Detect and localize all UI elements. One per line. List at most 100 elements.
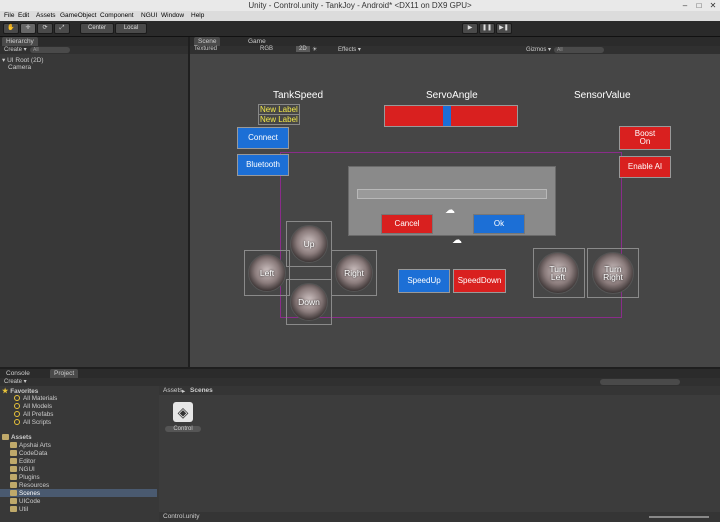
up-button[interactable]: Up <box>290 225 328 263</box>
project-toolbar: Create ▾ <box>0 378 720 386</box>
hierarchy-create-button[interactable]: Create ▾ <box>4 46 27 53</box>
menu-window[interactable]: Window <box>161 12 184 19</box>
menu-ngui[interactable]: NGUI <box>141 12 157 19</box>
favorite-label: All Materials <box>23 395 58 402</box>
boost-on-button[interactable]: Boost On <box>619 126 671 150</box>
right-button[interactable]: Right <box>335 254 373 292</box>
tab-hierarchy[interactable]: Hierarchy <box>2 37 38 46</box>
close-button[interactable]: ✕ <box>706 0 720 11</box>
camera-gizmo-icon-2: ☁ <box>452 235 462 246</box>
asset-control[interactable]: ◈ Control <box>165 400 201 438</box>
turn-right-button[interactable]: Turn Right <box>592 252 634 294</box>
confirm-dialog: Cancel Ok ☁ <box>348 166 556 236</box>
search-icon <box>14 395 20 402</box>
down-button[interactable]: Down <box>290 283 328 321</box>
menu-assets[interactable]: Assets <box>36 12 56 19</box>
folder-label: Util <box>19 506 29 513</box>
render-mode-dropdown[interactable]: RGB <box>260 46 273 52</box>
folder-item[interactable]: Apshai Arts <box>10 442 51 449</box>
folder-icon <box>10 490 17 497</box>
assets-header[interactable]: Assets <box>2 434 32 441</box>
speedup-button[interactable]: SpeedUp <box>398 269 450 293</box>
favorite-all-materials[interactable]: All Materials <box>14 395 57 402</box>
favorites-header[interactable]: ★ Favorites <box>2 387 38 395</box>
hand-tool-icon[interactable]: ✋ <box>3 23 19 34</box>
favorite-all-scripts[interactable]: All Scripts <box>14 419 51 426</box>
menu-component[interactable]: Component <box>100 12 134 19</box>
hierarchy-tab-strip: Hierarchy <box>0 37 188 46</box>
favorite-all-models[interactable]: All Models <box>14 403 52 410</box>
turn-left-label: Turn Left <box>549 263 567 282</box>
dialog-cancel-button[interactable]: Cancel <box>381 214 433 234</box>
project-search-input[interactable] <box>600 379 680 385</box>
folder-item[interactable]: Plugins <box>10 474 40 481</box>
menu-edit[interactable]: Edit <box>18 12 29 19</box>
status-bar: Control.unity <box>159 512 720 522</box>
menu-help[interactable]: Help <box>191 12 204 19</box>
favorite-all-prefabs[interactable]: All Prefabs <box>14 411 53 418</box>
lighting-icon[interactable]: ☀ <box>312 46 317 53</box>
console-tab-label: Console <box>6 370 30 377</box>
sensorvalue-label: SensorValue <box>574 90 631 101</box>
left-button[interactable]: Left <box>248 254 286 292</box>
scale-tool-icon[interactable]: ⤢ <box>54 23 70 34</box>
search-icon <box>14 419 20 426</box>
folder-item[interactable]: UICode <box>10 498 40 505</box>
servo-angle-slider[interactable] <box>384 105 518 127</box>
minimize-button[interactable]: – <box>678 0 692 11</box>
tab-game[interactable]: Game <box>244 37 270 46</box>
bluetooth-button[interactable]: Bluetooth <box>237 154 289 176</box>
play-button[interactable]: ▶ <box>462 23 478 34</box>
folder-item[interactable]: Resources <box>10 482 49 489</box>
move-tool-icon[interactable]: ✛ <box>20 23 36 34</box>
tab-project[interactable]: Project <box>50 369 79 378</box>
center-label: Center <box>87 25 106 31</box>
connect-button[interactable]: Connect <box>237 127 289 149</box>
rotate-tool-icon[interactable]: ⟳ <box>37 23 53 34</box>
pivot-center-toggle[interactable]: Center <box>80 23 114 34</box>
step-button[interactable]: ▶❚ <box>496 23 512 34</box>
maximize-button[interactable]: □ <box>692 0 706 11</box>
hierarchy-item-ui-root[interactable]: ▾ UI Root (2D) <box>2 56 44 64</box>
tab-scene[interactable]: Scene <box>194 37 221 46</box>
favorite-label: All Models <box>23 403 53 410</box>
hierarchy-search-input[interactable]: All <box>30 47 70 53</box>
shading-mode-dropdown[interactable]: Textured <box>194 46 217 52</box>
favorite-label: All Prefabs <box>23 411 54 418</box>
servo-slider-thumb[interactable] <box>442 106 451 126</box>
menu-gameobject[interactable]: GameObject <box>60 12 97 19</box>
folder-icon <box>10 474 17 481</box>
main-toolbar: ✋ ✛ ⟳ ⤢ Center Local ▶ ❚❚ ▶❚ <box>0 21 720 37</box>
selected-file-path: Control.unity <box>163 513 200 520</box>
dialog-ok-button[interactable]: Ok <box>473 214 525 234</box>
breadcrumb-assets[interactable]: Assets <box>163 387 183 394</box>
tankspeed-label: TankSpeed <box>273 90 324 101</box>
folder-item[interactable]: Util <box>10 506 28 513</box>
icon-size-slider[interactable] <box>649 516 709 518</box>
speeddown-button[interactable]: SpeedDown <box>453 269 506 293</box>
project-create-button[interactable]: Create ▾ <box>4 378 27 385</box>
star-icon: ★ <box>2 388 9 395</box>
folder-label: Scenes <box>19 490 41 497</box>
2d-toggle[interactable]: 2D <box>296 46 310 52</box>
breadcrumb-scenes[interactable]: Scenes <box>190 387 213 394</box>
folder-item-selected[interactable]: Scenes <box>10 490 40 497</box>
folder-item[interactable]: CodeData <box>10 450 47 457</box>
scene-search-input[interactable]: All <box>554 47 604 53</box>
scene-panel: Scene Game Textured RGB 2D ☀ Effects ▾ G… <box>190 37 720 367</box>
folder-item[interactable]: NGUI <box>10 466 35 473</box>
tab-console[interactable]: Console <box>2 369 34 378</box>
turn-left-button[interactable]: Turn Left <box>537 252 579 294</box>
hierarchy-item-camera[interactable]: Camera <box>8 64 31 71</box>
pause-button[interactable]: ❚❚ <box>479 23 495 34</box>
gizmos-dropdown[interactable]: Gizmos ▾ <box>526 46 551 53</box>
effects-dropdown[interactable]: Effects ▾ <box>338 46 361 53</box>
favorites-header-label: Favorites <box>10 388 39 395</box>
menu-file[interactable]: File <box>4 12 14 19</box>
pivot-local-toggle[interactable]: Local <box>115 23 147 34</box>
folder-item[interactable]: Editor <box>10 458 35 465</box>
dialog-input[interactable] <box>357 189 547 199</box>
camera-gizmo-icon: ☁ <box>445 205 455 216</box>
folder-label: Apshai Arts <box>19 442 51 449</box>
enable-ai-button[interactable]: Enable AI <box>619 156 671 178</box>
